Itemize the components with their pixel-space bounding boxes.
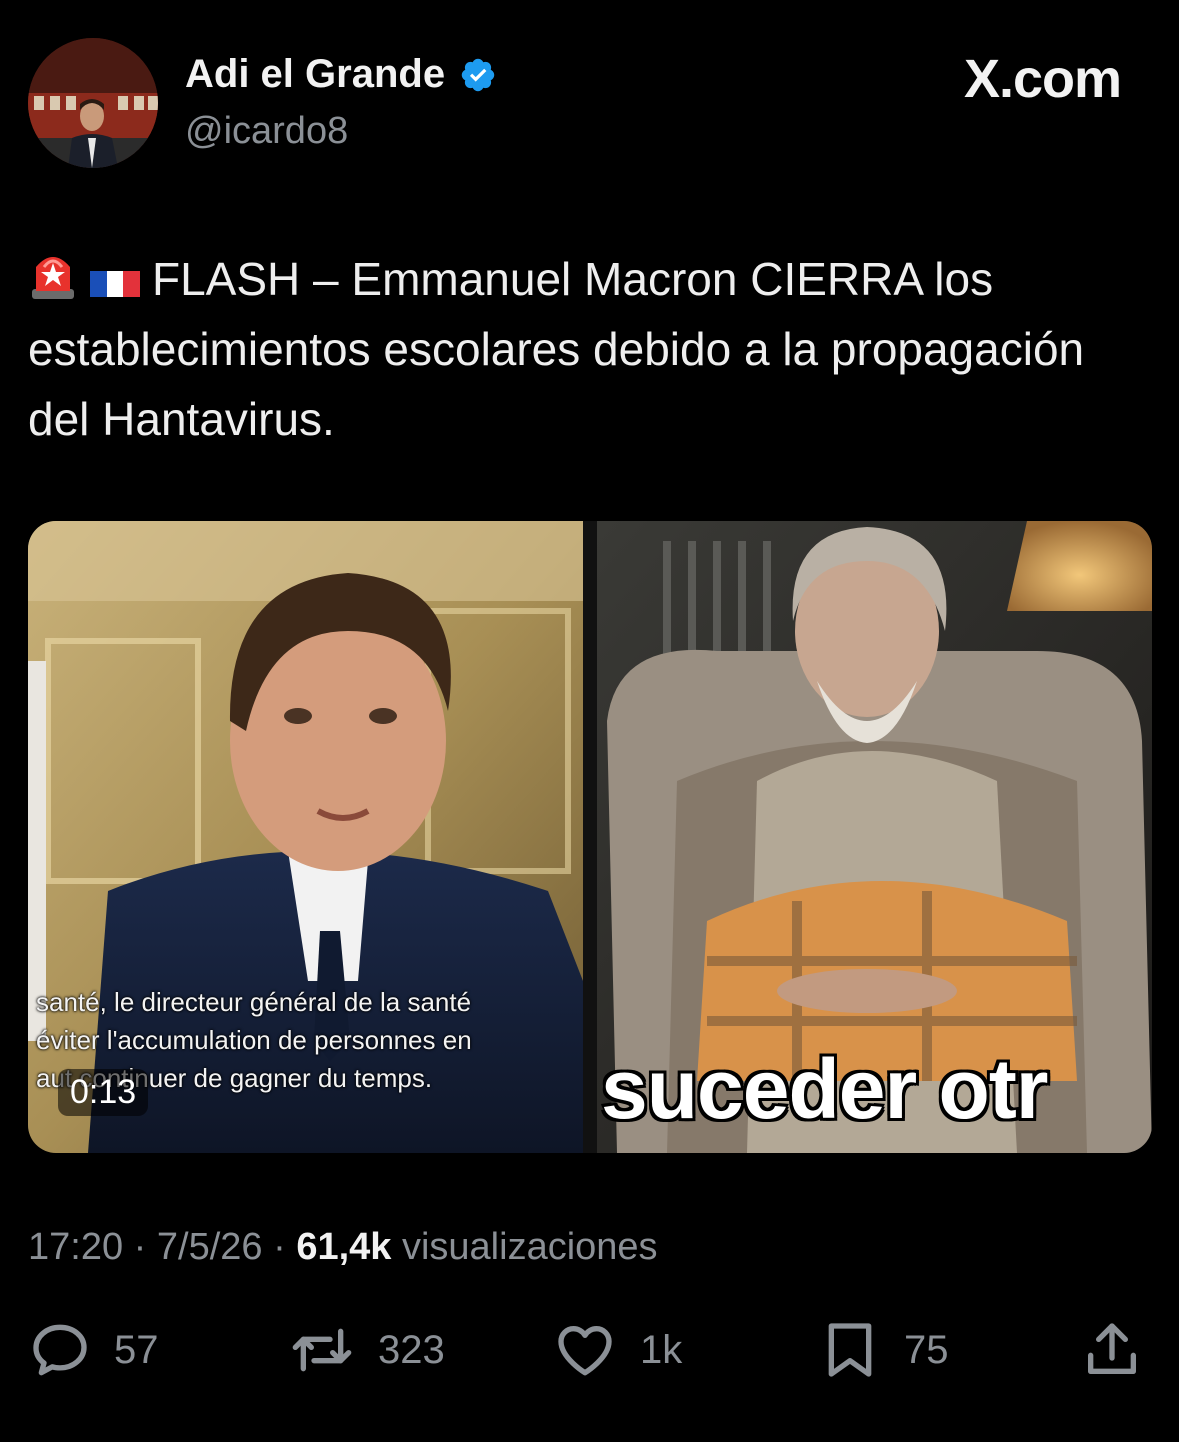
heart-icon (558, 1326, 612, 1376)
share-icon (1088, 1323, 1136, 1374)
video-duration-badge: 0:13 (58, 1069, 149, 1116)
view-count: 61,4k (296, 1226, 392, 1268)
bookmark-icon (828, 1323, 872, 1377)
like-button[interactable]: 1k (552, 1318, 682, 1382)
repost-button[interactable]: 323 (288, 1318, 445, 1382)
bookmark-button[interactable]: 75 (818, 1318, 949, 1382)
reply-button[interactable]: 57 (28, 1318, 159, 1382)
author-name-text[interactable]: Adi el Grande (185, 52, 445, 97)
meta-separator: · (273, 1226, 297, 1268)
like-count: 1k (640, 1327, 683, 1372)
france-flag-emoji (90, 271, 140, 297)
subtitle-line: éviter l'accumulation de personnes en (36, 1025, 472, 1055)
share-button[interactable] (1080, 1318, 1144, 1382)
repost-count: 323 (378, 1327, 445, 1372)
subtitle-line: santé, le directeur général de la santé (36, 987, 472, 1017)
meta-separator: · (133, 1226, 157, 1268)
rotating-light-emoji (32, 257, 74, 299)
tweet-text: FLASH – Emmanuel Macron CIERRA los estab… (28, 244, 1148, 454)
reply-icon (33, 1324, 87, 1376)
meme-caption: suceder otr (601, 1042, 1048, 1136)
author-handle[interactable]: @icardo8 (185, 110, 348, 153)
x-com-brand: X.com (963, 49, 1122, 109)
video-thumbnail[interactable]: santé, le directeur général de la santé … (28, 521, 583, 1153)
meme-image[interactable]: suceder otr (597, 521, 1152, 1153)
tweet-meta: 17:20 · 7/5/26 · 61,4k visualizaciones (28, 1226, 658, 1269)
author-display-name[interactable]: Adi el Grande (185, 52, 497, 97)
reply-count: 57 (114, 1327, 159, 1372)
media-grid[interactable]: santé, le directeur général de la santé … (28, 521, 1152, 1153)
repost-icon (292, 1328, 352, 1372)
action-bar: 57 323 1k 75 (0, 1318, 1179, 1388)
tweet-date[interactable]: 7/5/26 (157, 1226, 263, 1268)
avatar[interactable] (28, 38, 158, 168)
tweet-time[interactable]: 17:20 (28, 1226, 123, 1268)
verified-badge-icon (461, 58, 495, 91)
tweet-text-content: FLASH – Emmanuel Macron CIERRA los estab… (28, 253, 1085, 445)
views-label: visualizaciones (401, 1226, 658, 1268)
bookmark-count: 75 (904, 1327, 949, 1372)
